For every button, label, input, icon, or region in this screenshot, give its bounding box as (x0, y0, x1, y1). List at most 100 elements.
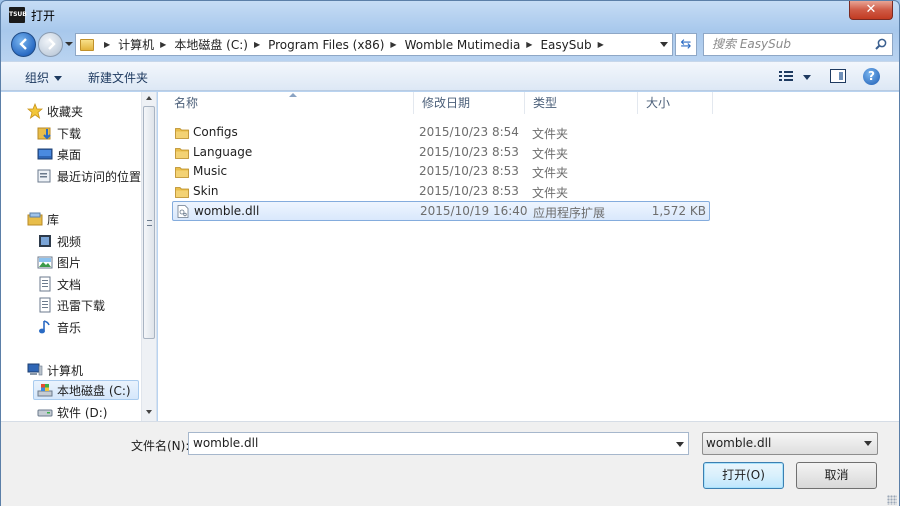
command-bar: 组织 新建文件夹 ? (1, 61, 899, 91)
music-note-icon (39, 320, 50, 334)
recent-pages-dropdown-icon[interactable] (65, 40, 73, 48)
search-input[interactable]: 搜索 EasySub (703, 33, 893, 56)
nav-label: 最近访问的位置 (57, 169, 142, 184)
nav-item-desktop[interactable]: 桌面 (37, 144, 81, 164)
file-row[interactable]: Language 2015/10/23 8:53 文件夹 (172, 143, 710, 163)
file-date: 2015/10/23 8:53 (419, 164, 519, 178)
search-icon[interactable] (875, 38, 887, 50)
nav-label: 下载 (57, 126, 82, 141)
nav-computer[interactable]: 计算机 (27, 360, 83, 380)
nav-item-drive-d[interactable]: 软件 (D:) (37, 402, 107, 422)
breadcrumb-program-files[interactable]: Program Files (x86) (268, 38, 384, 52)
dialog-footer: 文件名(N): womble.dll womble.dll 打开(O) 取消 (1, 421, 899, 506)
new-folder-button[interactable]: 新建文件夹 (88, 69, 148, 86)
navigation-scrollbar[interactable] (141, 92, 156, 421)
filename-label: 文件名(N): (131, 439, 190, 453)
filename-input[interactable]: womble.dll (188, 432, 689, 455)
nav-label: 计算机 (47, 363, 84, 378)
filename-history-dropdown-icon[interactable] (676, 442, 684, 447)
computer-icon (27, 363, 43, 376)
column-header-name[interactable]: 名称 (166, 92, 414, 114)
navigation-pane: 收藏夹 下载 桌面 最近访问的位置 库 视频 图片 文档 迅雷下载 音乐 计算机… (1, 92, 157, 421)
file-date: 2015/10/23 8:53 (419, 183, 519, 198)
nav-item-videos[interactable]: 视频 (37, 231, 81, 251)
forward-button[interactable] (38, 32, 63, 57)
chevron-right-icon[interactable]: ▶ (160, 40, 166, 49)
chevron-right-icon[interactable]: ▶ (598, 40, 604, 49)
nav-item-pictures[interactable]: 图片 (37, 252, 81, 272)
chevron-right-icon[interactable]: ▶ (254, 40, 260, 49)
nav-label: 迅雷下载 (57, 298, 106, 313)
file-row[interactable]: Configs 2015/10/23 8:54 文件夹 (172, 123, 710, 143)
file-type: 应用程序扩展 (533, 206, 606, 220)
chevron-right-icon[interactable]: ▶ (526, 40, 532, 49)
file-date: 2015/10/23 8:54 (419, 125, 519, 139)
breadcrumb-womble[interactable]: Womble Mutimedia (405, 38, 521, 52)
drive-icon (37, 409, 53, 417)
folder-icon (175, 147, 189, 159)
cancel-button[interactable]: 取消 (796, 462, 877, 489)
file-type: 文件夹 (532, 166, 569, 180)
file-row[interactable]: Music 2015/10/23 8:53 文件夹 (172, 162, 710, 182)
nav-label: 本地磁盘 (C:) (57, 383, 131, 398)
organize-button[interactable]: 组织 (25, 69, 63, 86)
folder-icon (175, 128, 189, 139)
nav-label: 库 (47, 212, 60, 227)
chevron-down-icon (864, 441, 872, 446)
search-placeholder: 搜索 EasySub (712, 37, 791, 51)
nav-item-recent-places[interactable]: 最近访问的位置 (37, 166, 141, 186)
nav-item-music[interactable]: 音乐 (37, 317, 81, 337)
nav-libraries[interactable]: 库 (27, 209, 59, 229)
view-dropdown-icon[interactable] (803, 75, 811, 80)
title-bar: TSUB 打开 ✕ (1, 1, 899, 29)
desktop-icon (37, 148, 53, 160)
nav-favorites[interactable]: 收藏夹 (27, 101, 83, 121)
scroll-down-icon[interactable] (146, 410, 152, 414)
resize-grip-icon[interactable] (887, 495, 897, 505)
file-name: Music (193, 164, 228, 178)
chevron-right-icon[interactable]: ▶ (104, 40, 110, 49)
address-history-dropdown-icon[interactable] (660, 42, 668, 47)
window-title: 打开 (31, 9, 56, 23)
breadcrumb-local-disk[interactable]: 本地磁盘 (C:) (174, 36, 248, 53)
refresh-button[interactable]: ⇆ (675, 33, 697, 56)
nav-label: 图片 (57, 255, 82, 270)
back-button[interactable] (11, 32, 36, 57)
breadcrumb-easysub[interactable]: EasySub (540, 38, 591, 52)
address-bar[interactable]: ▶ 计算机 ▶ 本地磁盘 (C:) ▶ Program Files (x86) … (75, 33, 673, 56)
nav-item-local-disk-c[interactable]: 本地磁盘 (C:) (33, 380, 139, 400)
folder-icon (175, 167, 189, 178)
star-icon (27, 103, 43, 119)
nav-label: 音乐 (57, 320, 82, 335)
chevron-right-icon[interactable]: ▶ (390, 40, 396, 49)
file-row-selected[interactable]: womble.dll 2015/10/19 16:40 应用程序扩展 1,572 KB (172, 201, 710, 221)
nav-label: 文档 (57, 277, 82, 292)
breadcrumb-computer[interactable]: 计算机 (118, 36, 154, 53)
file-type-filter[interactable]: womble.dll (702, 432, 878, 455)
app-icon: TSUB (9, 7, 27, 23)
nav-item-downloads[interactable]: 下载 (37, 123, 81, 143)
help-icon[interactable]: ? (863, 68, 880, 85)
document-library-icon (39, 297, 51, 313)
nav-label: 桌面 (57, 147, 82, 162)
scroll-up-icon[interactable] (146, 96, 152, 100)
view-options-icon[interactable] (779, 70, 793, 82)
preview-pane-icon[interactable] (830, 69, 846, 83)
close-button[interactable]: ✕ (849, 1, 893, 20)
column-header-type[interactable]: 类型 (525, 92, 638, 114)
column-header-date[interactable]: 修改日期 (414, 92, 525, 114)
nav-item-documents[interactable]: 文档 (37, 274, 81, 294)
filename-value: womble.dll (193, 436, 259, 450)
refresh-icon: ⇆ (680, 37, 692, 52)
back-arrow-icon (19, 38, 27, 50)
file-name: Skin (193, 183, 219, 198)
file-row[interactable]: Skin 2015/10/23 8:53 文件夹 (172, 182, 710, 202)
open-button[interactable]: 打开(O) (703, 462, 784, 489)
system-drive-icon (37, 384, 53, 397)
grip-icon (147, 220, 152, 226)
column-header-size[interactable]: 大小 (638, 92, 713, 114)
nav-item-thunder-downloads[interactable]: 迅雷下载 (37, 295, 105, 315)
organize-label: 组织 (25, 71, 50, 85)
scrollbar-thumb[interactable] (143, 106, 155, 339)
file-type: 文件夹 (532, 185, 569, 200)
